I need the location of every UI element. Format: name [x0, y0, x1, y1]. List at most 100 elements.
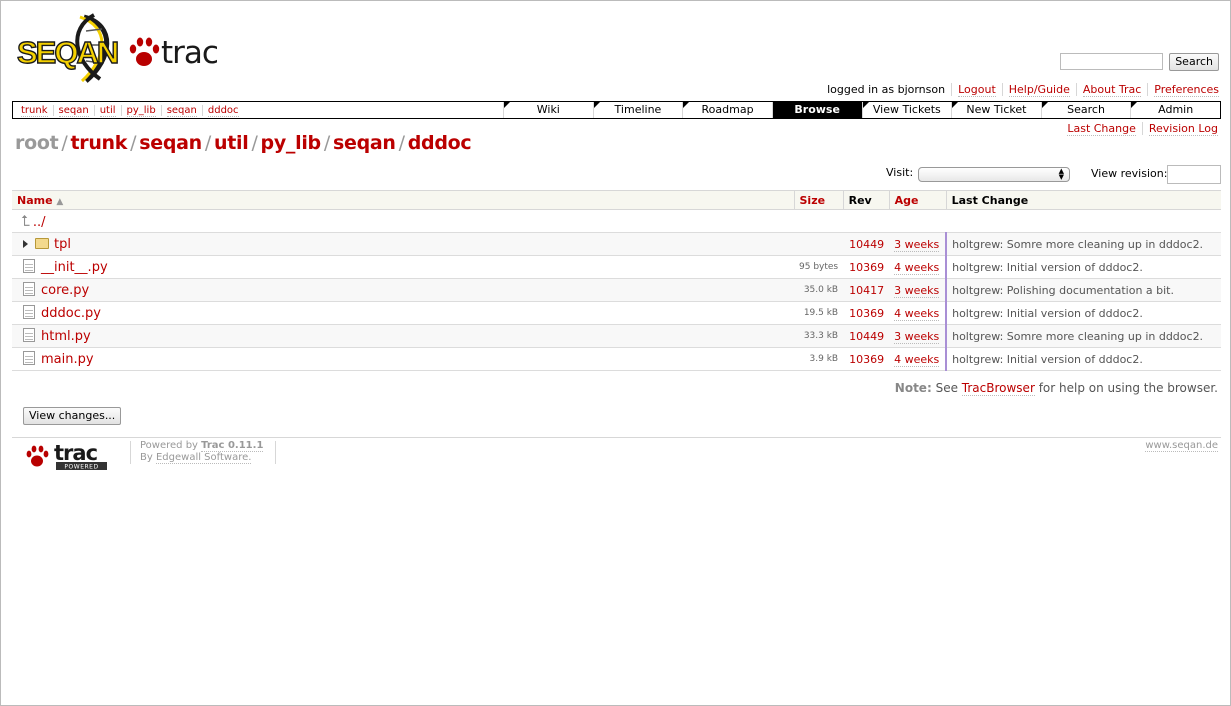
expand-arrow-icon[interactable] — [23, 239, 28, 248]
tab-new-ticket[interactable]: New Ticket — [951, 102, 1041, 118]
search-button[interactable]: Search — [1169, 53, 1219, 71]
page-title-path: root / trunk / seqan / util / py_lib / seqan / dddoc — [15, 132, 472, 154]
tab-roadmap[interactable]: Roadmap — [682, 102, 772, 118]
seqan-trac-logo[interactable]: SEQAN trac — [16, 11, 231, 86]
project-website-link[interactable]: www.seqan.de — [1145, 440, 1218, 452]
entry-age-link[interactable]: 4 weeks — [894, 352, 940, 367]
select-arrows-icon: ▲ ▼ — [1058, 167, 1064, 181]
last-change-link[interactable]: Last Change — [1067, 122, 1136, 136]
path-root-link[interactable]: root — [15, 132, 59, 154]
entry-age-link[interactable]: 4 weeks — [894, 260, 940, 275]
breadcrumb: trunk seqan util py_lib seqan dddoc — [13, 102, 503, 118]
entry-rev-link[interactable]: 10369 — [849, 261, 884, 274]
by-text: By — [140, 452, 153, 463]
age-header-label[interactable]: Age — [895, 194, 919, 207]
table-row[interactable]: core.py 35.0 kB 10417 3 weeks holtgrew: … — [12, 278, 1221, 302]
tab-wiki[interactable]: Wiki — [503, 102, 593, 118]
breadcrumb-py-lib[interactable]: py_lib — [126, 104, 156, 117]
column-name-header[interactable]: Name ▲ — [12, 190, 794, 210]
entry-size — [794, 232, 844, 256]
trac-version-link[interactable]: Trac 0.11.1 — [201, 440, 264, 452]
entry-name-link[interactable]: core.py — [41, 283, 89, 298]
help-guide-link[interactable]: Help/Guide — [1008, 83, 1070, 97]
file-icon — [23, 259, 35, 273]
navigation-bar: trunk seqan util py_lib seqan dddoc Wiki… — [12, 101, 1221, 132]
size-header-label[interactable]: Size — [800, 194, 826, 207]
tab-search[interactable]: Search — [1040, 102, 1131, 118]
tracbrowser-link[interactable]: TracBrowser — [961, 381, 1035, 396]
table-row[interactable]: main.py 3.9 kB 10369 4 weeks holtgrew: I… — [12, 347, 1221, 371]
breadcrumb-dddoc[interactable]: dddoc — [207, 104, 239, 117]
file-icon — [23, 282, 35, 296]
entry-rev-link[interactable]: 10369 — [849, 353, 884, 366]
column-rev-header: Rev — [842, 190, 890, 210]
meta-navigation: logged in as bjornson Logout Help/Guide … — [821, 83, 1225, 97]
breadcrumb-util[interactable]: util — [99, 104, 116, 117]
entry-rev-link[interactable]: 10369 — [849, 307, 884, 320]
footer-separator — [275, 441, 276, 464]
table-row[interactable]: tpl 10449 3 weeks holtgrew: Somre more c… — [12, 232, 1221, 256]
entry-name-link[interactable]: __init__.py — [41, 260, 108, 275]
tab-browse-source[interactable]: Browse Source — [771, 102, 862, 132]
entry-name-link[interactable]: dddoc.py — [41, 306, 101, 321]
parent-directory-icon: ⮤ — [21, 212, 30, 230]
entry-rev-link[interactable]: 10449 — [849, 238, 884, 251]
search-input[interactable] — [1060, 53, 1164, 70]
table-row[interactable]: __init__.py 95 bytes 10369 4 weeks holtg… — [12, 255, 1221, 279]
entry-age-link[interactable]: 3 weeks — [894, 329, 940, 344]
path-seqan-2-link[interactable]: seqan — [333, 132, 396, 154]
tab-admin[interactable]: Admin — [1130, 102, 1220, 118]
entry-name-link[interactable]: tpl — [54, 237, 71, 252]
trac-powered-logo[interactable]: trac POWERED — [25, 441, 109, 471]
path-util-link[interactable]: util — [214, 132, 249, 154]
search-form: Search — [1060, 53, 1219, 71]
trac-paw-icon — [129, 37, 160, 66]
visit-label: Visit: — [886, 166, 914, 179]
file-icon — [23, 328, 35, 342]
tab-view-tickets[interactable]: View Tickets — [861, 102, 952, 118]
path-separator: / — [251, 132, 258, 154]
entry-age-link[interactable]: 3 weeks — [894, 283, 940, 298]
breadcrumb-trunk[interactable]: trunk — [21, 104, 48, 117]
preferences-link[interactable]: Preferences — [1154, 83, 1219, 97]
note-pre: See — [935, 381, 958, 395]
column-age-header[interactable]: Age — [888, 190, 947, 210]
entry-name-link[interactable]: main.py — [41, 352, 94, 367]
entry-size: 33.3 kB — [794, 324, 844, 348]
entry-age-link[interactable]: 4 weeks — [894, 306, 940, 321]
powered-badge: POWERED — [64, 464, 98, 471]
logout-link[interactable]: Logout — [958, 83, 996, 97]
table-row-parent[interactable]: ⮤ ../ — [12, 209, 1221, 233]
entry-rev-link[interactable]: 10449 — [849, 330, 884, 343]
path-separator: / — [398, 132, 405, 154]
visit-select[interactable]: ▲ ▼ — [918, 167, 1070, 182]
edgewall-link[interactable]: Edgewall Software. — [155, 452, 252, 464]
path-separator: / — [323, 132, 330, 154]
path-py-lib-link[interactable]: py_lib — [261, 132, 322, 154]
about-trac-link[interactable]: About Trac — [1082, 83, 1142, 97]
revision-log-link[interactable]: Revision Log — [1148, 122, 1218, 136]
entry-name-link[interactable]: html.py — [41, 329, 91, 344]
entry-size: 35.0 kB — [794, 278, 844, 302]
entry-age-link[interactable]: 3 weeks — [894, 237, 940, 252]
breadcrumb-seqan[interactable]: seqan — [58, 104, 89, 117]
name-header-label[interactable]: Name — [17, 194, 53, 207]
view-revision-input[interactable] — [1167, 165, 1221, 184]
entry-last-change: holtgrew: Somre more cleaning up in dddo… — [946, 324, 1221, 348]
note-post: for help on using the browser. — [1038, 381, 1218, 395]
breadcrumb-seqan-2[interactable]: seqan — [166, 104, 197, 117]
entry-rev-link[interactable]: 10417 — [849, 284, 884, 297]
folder-icon — [35, 237, 49, 249]
parent-directory-link[interactable]: ../ — [33, 215, 46, 230]
view-changes-button[interactable]: View changes... — [23, 407, 122, 425]
path-separator: / — [130, 132, 137, 154]
path-separator: / — [61, 132, 68, 154]
column-size-header[interactable]: Size — [793, 190, 844, 210]
tab-timeline[interactable]: Timeline — [592, 102, 683, 118]
path-seqan-link[interactable]: seqan — [139, 132, 202, 154]
table-row[interactable]: html.py 33.3 kB 10449 3 weeks holtgrew: … — [12, 324, 1221, 348]
table-row[interactable]: dddoc.py 19.5 kB 10369 4 weeks holtgrew:… — [12, 301, 1221, 325]
file-icon — [23, 305, 35, 319]
path-dddoc-link[interactable]: dddoc — [408, 132, 472, 154]
path-trunk-link[interactable]: trunk — [70, 132, 127, 154]
